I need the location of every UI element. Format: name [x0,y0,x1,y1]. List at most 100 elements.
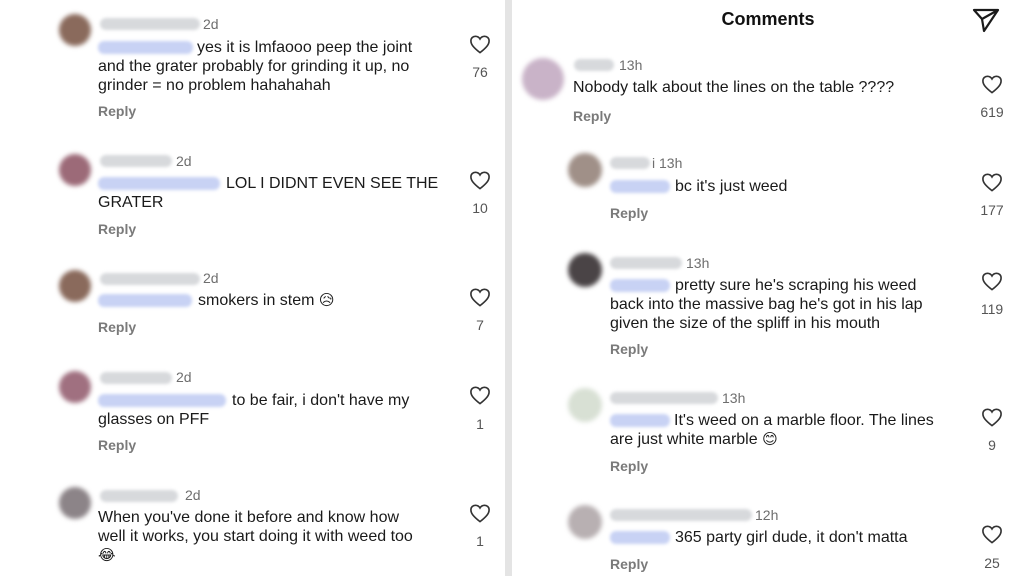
blurred-username[interactable] [610,157,650,169]
like-count: 177 [980,202,1004,218]
avatar[interactable] [568,153,602,187]
like-count: 9 [988,437,996,453]
comment-timestamp: 2d [185,487,201,503]
blurred-mention[interactable] [98,41,193,55]
heart-icon[interactable] [469,34,491,54]
avatar[interactable] [568,253,602,287]
blurred-username[interactable] [574,59,614,71]
blurred-mention[interactable] [98,177,220,191]
comment-timestamp: 13h [619,57,643,73]
comment-item: 2d When you've done it before and know h… [0,475,505,576]
sad-face-emoji: 😥 [318,292,335,309]
comment-line: yes it is lmfaooo peep the joint [197,39,413,56]
blurred-mention[interactable] [98,294,192,308]
blurred-mention[interactable] [610,279,670,293]
blurred-username[interactable] [610,257,682,269]
comment-text: yes it is lmfaooo peep the joint and the… [98,38,468,95]
comment-timestamp: 2d [176,369,192,385]
comment-text: LOL I DIDNT EVEN SEE THE GRATER [98,174,468,212]
avatar[interactable] [59,154,91,186]
like-count: 25 [984,555,1000,571]
comment-line: GRATER [98,194,164,211]
comment-line: pretty sure he's scraping his weed [675,277,917,294]
comment-line: smokers in stem [198,292,315,309]
laughing-emoji: 😂 [98,547,116,564]
comment-timestamp: 2d [176,153,192,169]
blurred-mention[interactable] [610,414,670,428]
heart-icon[interactable] [469,385,491,405]
comment-line: Nobody talk about the lines on the table… [573,79,895,96]
heart-icon[interactable] [981,271,1003,291]
comment-line: bc it's just weed [675,178,788,195]
reply-button[interactable]: Reply [98,221,136,237]
blurred-mention[interactable] [610,180,670,194]
smiling-emoji: 😊 [762,431,778,448]
comment-text: When you've done it before and know how … [98,508,468,565]
comment-item: 13h pretty sure he's scraping his weed b… [512,250,1024,365]
comment-item: i 13h bc it's just weed Reply 177 [512,150,1024,230]
blurred-username[interactable] [100,273,200,285]
blurred-username[interactable] [100,18,200,30]
avatar[interactable] [59,270,91,302]
reply-button[interactable]: Reply [610,341,648,357]
blurred-username[interactable] [100,490,178,502]
panel-divider [505,0,512,576]
avatar[interactable] [568,388,602,422]
comment-line: When you've done it before and know how [98,509,400,526]
blurred-username[interactable] [100,155,172,167]
reply-button[interactable]: Reply [610,205,648,221]
reply-button[interactable]: Reply [610,458,648,474]
avatar[interactable] [568,505,602,539]
comment-line: well it works, you start doing it with w… [98,528,413,545]
heart-icon[interactable] [981,172,1003,192]
heart-icon[interactable] [981,74,1003,94]
paper-plane-icon[interactable] [970,6,1002,34]
reply-button[interactable]: Reply [98,437,136,453]
comment-timestamp: 2d [203,16,219,32]
avatar[interactable] [59,487,91,519]
comment-timestamp: 2d [203,270,219,286]
blurred-mention[interactable] [610,531,670,545]
comment-item: 13h Nobody talk about the lines on the t… [512,50,1024,135]
avatar[interactable] [522,58,564,100]
like-count: 1 [476,416,484,432]
comment-line: 365 party girl dude, it don't matta [675,529,908,546]
reply-button[interactable]: Reply [98,103,136,119]
comment-text: to be fair, i don't have my glasses on P… [98,391,468,429]
blurred-mention[interactable] [98,394,226,408]
comment-line: LOL I DIDNT EVEN SEE THE [226,175,439,192]
comment-timestamp: 13h [686,255,710,271]
heart-icon[interactable] [981,407,1003,427]
comment-text: bc it's just weed [610,177,940,196]
like-count: 76 [472,64,488,80]
blurred-username[interactable] [100,372,172,384]
comment-item: 2d yes it is lmfaooo peep the joint and … [0,0,505,130]
comment-item: 2d to be fair, i don't have my glasses o… [0,357,505,462]
avatar[interactable] [59,14,91,46]
like-count: 119 [980,301,1004,317]
comment-item: 13h It's weed on a marble floor. The lin… [512,385,1024,480]
blurred-username[interactable] [610,392,718,404]
comment-text: Nobody talk about the lines on the table… [573,78,963,97]
reply-button[interactable]: Reply [610,556,648,572]
comment-line: grinder = no problem hahahahah [98,77,331,94]
heart-icon[interactable] [981,524,1003,544]
comment-text: smokers in stem 😥 [98,291,468,310]
comment-line: It's weed on a marble floor. The lines [674,412,934,429]
heart-icon[interactable] [469,170,491,190]
heart-icon[interactable] [469,503,491,523]
comment-line: back into the massive bag he's got in hi… [610,296,923,313]
comments-title: Comments [721,9,815,29]
comment-line: and the grater probably for grinding it … [98,58,410,75]
blurred-username[interactable] [610,509,752,521]
heart-icon[interactable] [469,287,491,307]
comment-text: 365 party girl dude, it don't matta [610,528,970,547]
comment-line: glasses on PFF [98,411,210,428]
comment-text: pretty sure he's scraping his weed back … [610,276,970,333]
comment-timestamp: 13h [722,390,746,406]
comment-text: It's weed on a marble floor. The lines a… [610,411,970,449]
reply-button[interactable]: Reply [573,108,611,124]
reply-button[interactable]: Reply [98,319,136,335]
comment-line: given the size of the spliff in his mout… [610,315,881,332]
avatar[interactable] [59,371,91,403]
